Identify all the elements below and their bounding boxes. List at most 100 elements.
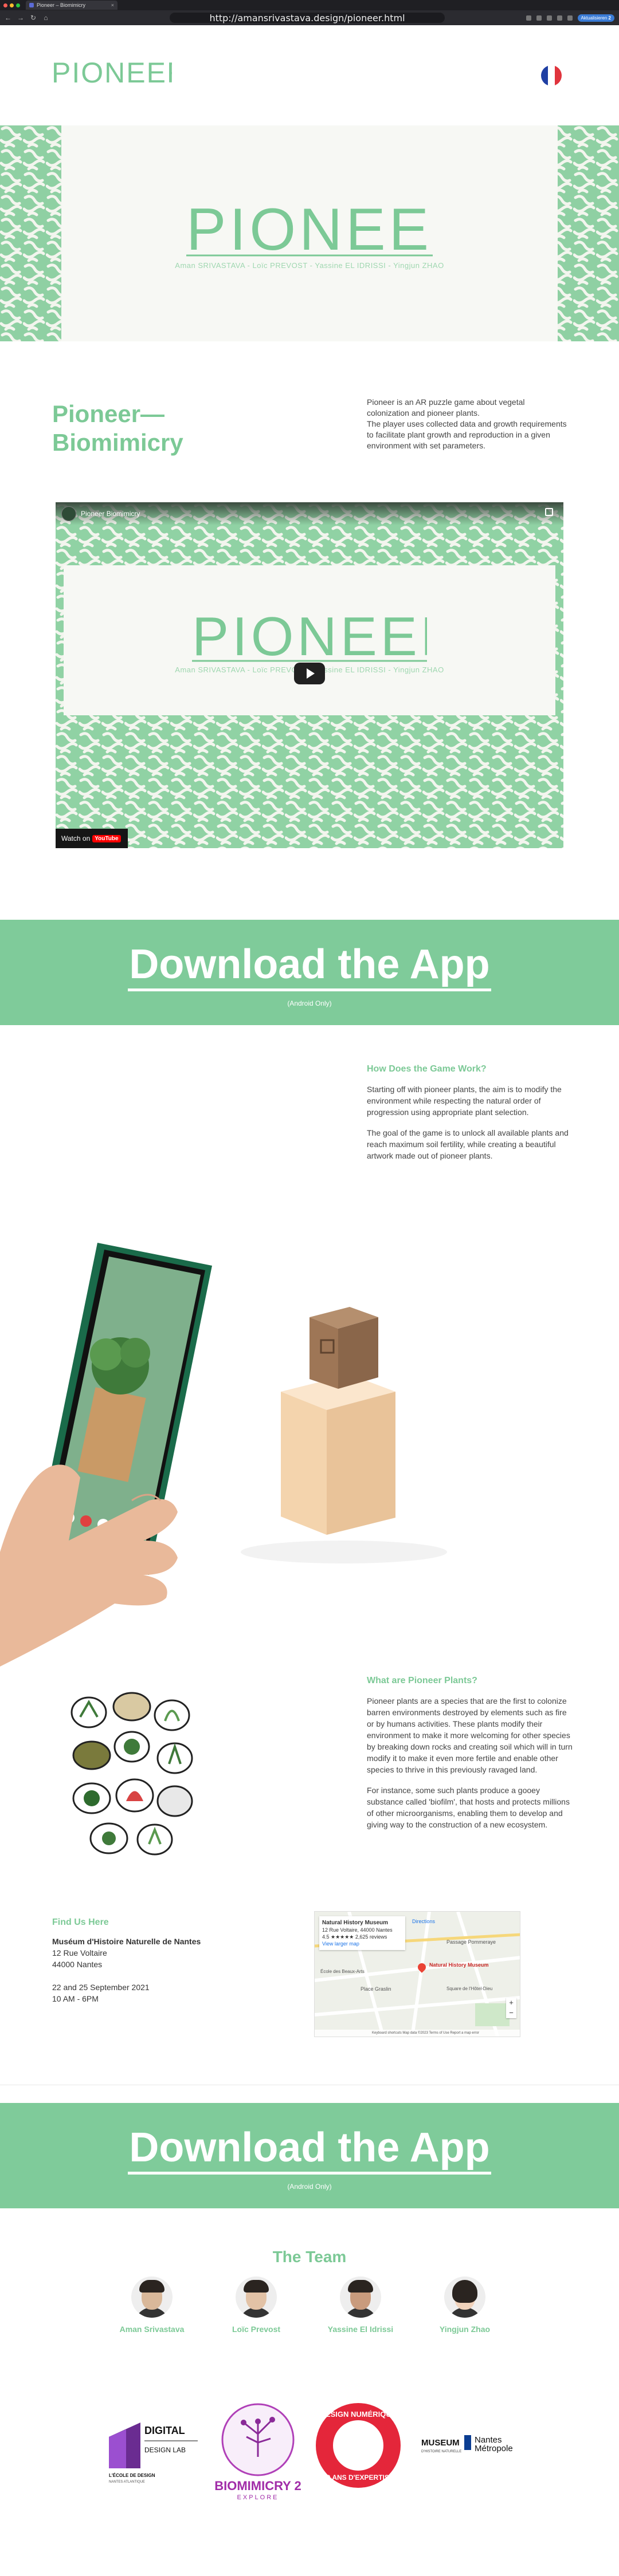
event-dates: 22 and 25 September 2021 (52, 1983, 150, 1992)
site-logo[interactable]: PIONEER (52, 55, 187, 92)
forward-icon[interactable]: → (17, 14, 24, 22)
reload-icon[interactable]: ↻ (30, 14, 37, 22)
update-count: 2 (608, 15, 611, 21)
how-it-works: How Does the Game Work? Starting off wit… (367, 1064, 573, 1161)
what-are-pioneer-plants: What are Pioneer Plants? Pioneer plants … (367, 1676, 573, 1830)
download-app-button-2[interactable]: Download the App (128, 2124, 491, 2175)
museum-text: MUSEUM (421, 2438, 460, 2448)
download-note-2: (Android Only) (287, 2183, 332, 2191)
view-larger-map-link[interactable]: View larger map (322, 1941, 359, 1947)
museum-logo: MUSEUM D'HISTOIRE NATURELLE (421, 2438, 461, 2453)
biomimicry-text: BIOMIMICRY 2 (214, 2479, 301, 2493)
logo-text: PIONEER (52, 57, 172, 89)
how-paragraph-1: Starting off with pioneer plants, the ai… (367, 1085, 562, 1117)
window-controls[interactable] (3, 3, 20, 7)
youtube-embed[interactable]: Pioneer Biomimicry PIONEER Aman SRIVASTA… (56, 502, 563, 848)
watch-on-youtube-button[interactable]: Watch on YouTube (56, 829, 128, 848)
browser-toolbar: ← → ↻ ⌂ http://amansrivastava.design/pio… (0, 10, 619, 25)
pedestal-illustration (281, 1307, 395, 1535)
ar-scene-illustration (0, 1243, 447, 1667)
map-place-name: Natural History Museum (322, 1920, 389, 1926)
ecole-de-design-logo: DIGITAL DESIGN LAB L'ÉCOLE DE DESIGN NAN… (109, 2423, 198, 2484)
extensions: Aktualisieren 2 (526, 14, 614, 22)
avatar (131, 2276, 173, 2318)
design-numerique-logo: DESIGN NUMÉRIQUE 20 ANS D'EXPERTISE (316, 2403, 401, 2488)
share-icon[interactable] (545, 508, 553, 516)
extension-icon[interactable] (546, 15, 552, 21)
minimize-window-icon[interactable] (10, 3, 14, 7)
maximize-window-icon[interactable] (16, 3, 20, 7)
video-thumbnail: PIONEER Aman SRIVASTAVA - Loïc PREVOST -… (64, 565, 555, 715)
hero-banner: PIONEER Aman SRIVASTAVA - Loïc PREVOST -… (0, 125, 619, 341)
ecole-text: L'ÉCOLE DE DESIGN (109, 2473, 155, 2478)
member-name: Aman Srivastava (119, 2325, 185, 2334)
channel-avatar[interactable] (61, 506, 76, 521)
map-label-passage: Passage Pommeraye (446, 1939, 496, 1945)
map-label-square: Square de l'Hôtel-Dieu (446, 1986, 493, 1991)
close-window-icon[interactable] (3, 3, 7, 7)
team-member: Aman Srivastava (115, 2276, 189, 2334)
venue-name: Muséum d'Histoire Naturelle de Nantes (52, 1937, 201, 1946)
member-name: Loïc Prevost (232, 2325, 281, 2334)
team-member: Yingjun Zhao (428, 2276, 502, 2334)
museum-sub-text: D'HISTOIRE NATURELLE (421, 2450, 461, 2453)
directions-link[interactable]: Directions (412, 1919, 435, 1924)
watch-on-label: Watch on (61, 834, 91, 842)
avatar (236, 2276, 277, 2318)
what-paragraph-2: For instance, some such plants produce a… (367, 1786, 570, 1829)
metropole-text: Métropole (475, 2444, 513, 2453)
download-app-button[interactable]: Download the App (128, 940, 491, 991)
video-logo-text: PIONEER (192, 607, 427, 664)
map-rating: 4.5 ★★★★★ 2,625 reviews (322, 1934, 387, 1940)
avatar (340, 2276, 381, 2318)
hero-logo-text: PIONEER (186, 197, 433, 260)
biomimicry-logo: BIOMIMICRY 2 EXPLORE (214, 2403, 301, 2501)
browser-tab[interactable]: Pioneer – Biomimicry × (26, 1, 117, 10)
nantes-metropole-logo: Nantes Métropole (464, 2435, 513, 2453)
update-label: Aktualisieren (581, 15, 608, 21)
map-label-graslin: Place Graslin (361, 1986, 391, 1992)
intro-text: Pioneer is an AR puzzle game about veget… (367, 397, 567, 450)
plant-tiles (70, 1692, 193, 1856)
find-us-section: Find Us Here Muséum d'Histoire Naturelle… (52, 1917, 281, 2004)
download-section: Download the App (Android Only) (0, 920, 619, 1025)
explore-text: EXPLORE (237, 2494, 279, 2501)
team-member: Loïc Prevost (219, 2276, 293, 2334)
google-map-embed[interactable]: Natural History Museum 12 Rue Voltaire, … (314, 1911, 520, 2037)
tab-bar: Pioneer – Biomimicry × (0, 0, 619, 10)
site-header: PIONEER (0, 25, 619, 125)
ecole-sub-text: NANTES ATLANTIQUE (109, 2480, 145, 2484)
extension-icon[interactable] (567, 15, 573, 21)
hero-team-line: Aman SRIVASTAVA - Loïc PREVOST - Yassine… (175, 261, 444, 270)
back-icon[interactable]: ← (5, 14, 11, 22)
digital-text: DIGITAL (144, 2425, 185, 2436)
map-label-museum: Natural History Museum (429, 1962, 489, 1968)
extension-icon[interactable] (557, 15, 562, 21)
map-zoom-controls[interactable]: + − (506, 1998, 516, 2018)
venue-city: 44000 Nantes (52, 1960, 103, 1969)
venue-street: 12 Rue Voltaire (52, 1948, 107, 1957)
extension-icon[interactable] (526, 15, 531, 21)
pioneer-plants-illustration (70, 1692, 193, 1856)
close-tab-icon[interactable]: × (111, 2, 114, 8)
map-label-ecole: École des Beaux-Arts (320, 1969, 365, 1974)
team-heading: The Team (272, 2248, 347, 2266)
download-section-2: Download the App (Android Only) (0, 2103, 619, 2208)
member-name: Yassine El Idrissi (327, 2325, 394, 2334)
french-flag-icon[interactable] (541, 65, 562, 86)
video-header: Pioneer Biomimicry (56, 502, 563, 525)
update-button[interactable]: Aktualisieren 2 (577, 14, 614, 22)
extension-icon[interactable] (536, 15, 542, 21)
favicon-icon (29, 3, 34, 7)
what-heading: What are Pioneer Plants? (367, 1676, 477, 1685)
event-hours: 10 AM - 6PM (52, 1994, 99, 2003)
home-icon[interactable]: ⌂ (42, 14, 49, 22)
video-title[interactable]: Pioneer Biomimicry (81, 510, 140, 518)
find-us-heading: Find Us Here (52, 1917, 109, 1927)
address-bar[interactable]: http://amansrivastava.design/pioneer.htm… (170, 13, 445, 23)
play-button-icon[interactable] (294, 663, 325, 684)
map-place-card: Natural History Museum 12 Rue Voltaire, … (319, 1916, 405, 1950)
design-numerique-text: DESIGN NUMÉRIQUE (320, 2410, 397, 2419)
team-member: Yassine El Idrissi (323, 2276, 398, 2334)
youtube-logo: YouTube (92, 834, 121, 842)
